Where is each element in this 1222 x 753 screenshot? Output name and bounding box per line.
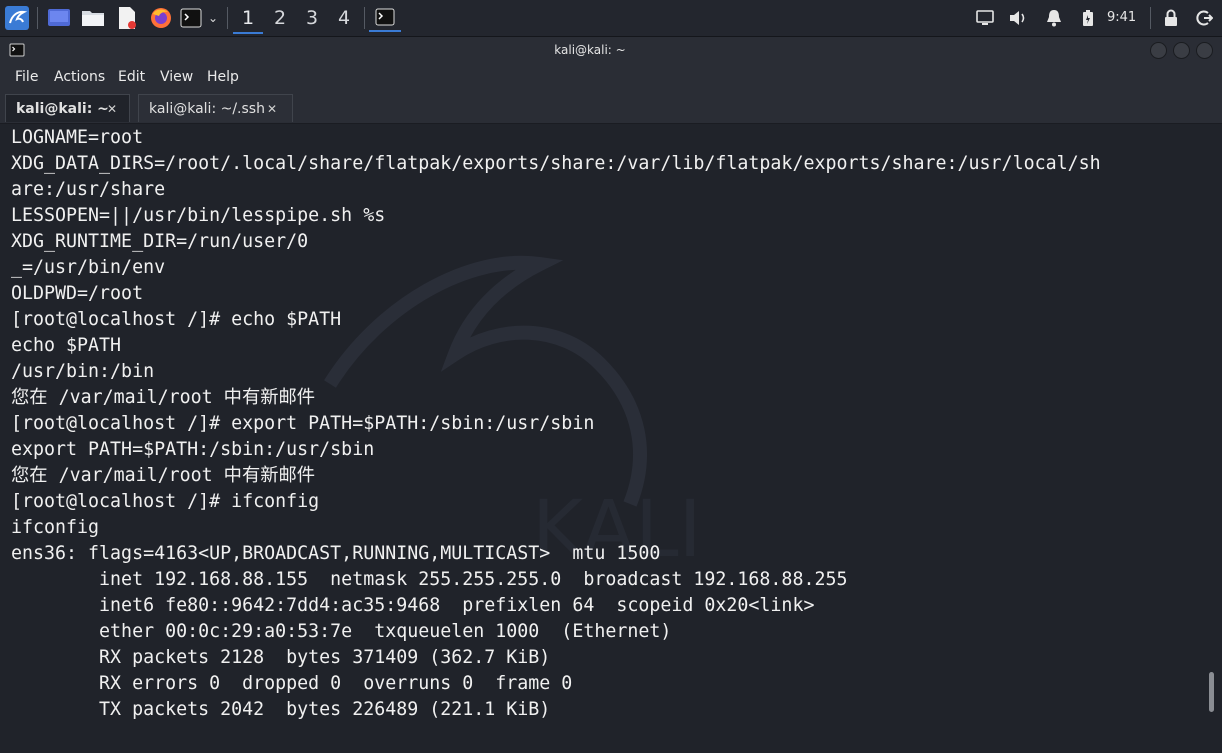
terminal-line: OLDPWD=/root: [11, 283, 144, 304]
tab-close-icon[interactable]: ✕: [107, 95, 117, 123]
menu-file[interactable]: File: [15, 64, 38, 91]
lock-icon[interactable]: [1160, 4, 1182, 32]
menu-actions[interactable]: Actions: [54, 64, 105, 91]
panel-separator: [227, 7, 228, 29]
terminal-line: [root@localhost /]# echo $PATH: [11, 309, 342, 330]
tab-label: kali@kali: ~/.ssh: [149, 101, 265, 117]
terminal-line: [root@localhost /]# ifconfig: [11, 491, 320, 512]
terminal-icon[interactable]: [179, 4, 203, 32]
terminal-line: [root@localhost /]# export PATH=$PATH:/s…: [11, 413, 595, 434]
terminal-line: LESSOPEN=||/usr/bin/lesspipe.sh %s: [11, 205, 386, 226]
title-bar[interactable]: kali@kali: ~: [0, 37, 1222, 64]
terminal-line: ens36: flags=4163<UP,BROADCAST,RUNNING,M…: [11, 543, 661, 564]
terminal-line: XDG_RUNTIME_DIR=/run/user/0: [11, 231, 309, 252]
clock[interactable]: 9:41: [1107, 0, 1136, 36]
menu-help[interactable]: Help: [207, 64, 239, 91]
tab-home[interactable]: kali@kali: ~ ✕: [5, 94, 130, 122]
workspace-1[interactable]: 1: [233, 4, 263, 34]
menu-view[interactable]: View: [160, 64, 193, 91]
terminal-line: 您在 /var/mail/root 中有新邮件: [11, 465, 316, 486]
text-editor-icon[interactable]: [113, 4, 141, 32]
kali-menu-icon[interactable]: [2, 4, 32, 32]
menu-bar: File Actions Edit View Help: [0, 64, 1222, 91]
firefox-icon[interactable]: [147, 4, 175, 32]
terminal-line: export PATH=$PATH:/sbin:/usr/sbin: [11, 439, 375, 460]
terminal-line: RX packets 2128 bytes 371409 (362.7 KiB): [11, 647, 551, 668]
panel-separator: [37, 7, 38, 29]
workspace-4[interactable]: 4: [329, 4, 359, 32]
terminal-line: /usr/bin:/bin: [11, 361, 155, 382]
terminal-line: ifconfig: [11, 517, 100, 538]
terminal-line: 您在 /var/mail/root 中有新邮件: [11, 387, 316, 408]
maximize-button[interactable]: [1173, 42, 1190, 59]
tab-close-icon[interactable]: ✕: [267, 95, 277, 123]
terminal-line: echo $PATH: [11, 335, 122, 356]
terminal-line: TX packets 2042 bytes 226489 (221.1 KiB): [11, 699, 551, 720]
workspace-2[interactable]: 2: [265, 4, 295, 32]
terminal-line: are:/usr/share: [11, 179, 166, 200]
window-title: kali@kali: ~: [554, 43, 626, 57]
battery-icon[interactable]: [1078, 4, 1098, 32]
terminal-line: inet6 fe80::9642:7dd4:ac35:9468 prefixle…: [11, 595, 815, 616]
tab-label: kali@kali: ~: [16, 101, 109, 117]
display-icon[interactable]: [974, 4, 996, 32]
terminal-line: RX errors 0 dropped 0 overruns 0 frame 0: [11, 673, 573, 694]
volume-icon[interactable]: [1007, 4, 1029, 32]
terminal-window: kali@kali: ~ File Actions Edit View Help…: [0, 37, 1222, 753]
logout-icon[interactable]: [1193, 4, 1215, 32]
files-icon[interactable]: [79, 4, 107, 32]
terminal-task-icon[interactable]: [369, 4, 401, 32]
workspace-3[interactable]: 3: [297, 4, 327, 32]
terminal-line: ether 00:0c:29:a0:53:7e txqueuelen 1000 …: [11, 621, 672, 642]
minimize-button[interactable]: [1150, 42, 1167, 59]
panel-separator: [364, 7, 365, 29]
top-panel: ⌄ 1 2 3 4 9:41: [0, 0, 1222, 37]
panel-separator: [1150, 7, 1151, 29]
desktop-icon[interactable]: [45, 4, 73, 32]
terminal-line: _=/usr/bin/env: [11, 257, 166, 278]
tab-ssh[interactable]: kali@kali: ~/.ssh ✕: [138, 94, 293, 122]
scrollbar-thumb[interactable]: [1209, 672, 1214, 712]
terminal-output[interactable]: KALI LOGNAME=root XDG_DATA_DIRS=/root/.l…: [0, 124, 1222, 753]
tab-bar: kali@kali: ~ ✕ kali@kali: ~/.ssh ✕: [0, 91, 1222, 124]
dropdown-icon[interactable]: ⌄: [204, 4, 222, 32]
terminal-line: inet 192.168.88.155 netmask 255.255.255.…: [11, 569, 848, 590]
terminal-line: LOGNAME=root: [11, 127, 144, 148]
notification-bell-icon[interactable]: [1043, 4, 1065, 32]
menu-edit[interactable]: Edit: [118, 64, 145, 91]
terminal-line: XDG_DATA_DIRS=/root/.local/share/flatpak…: [11, 153, 1101, 174]
close-button[interactable]: [1196, 42, 1213, 59]
